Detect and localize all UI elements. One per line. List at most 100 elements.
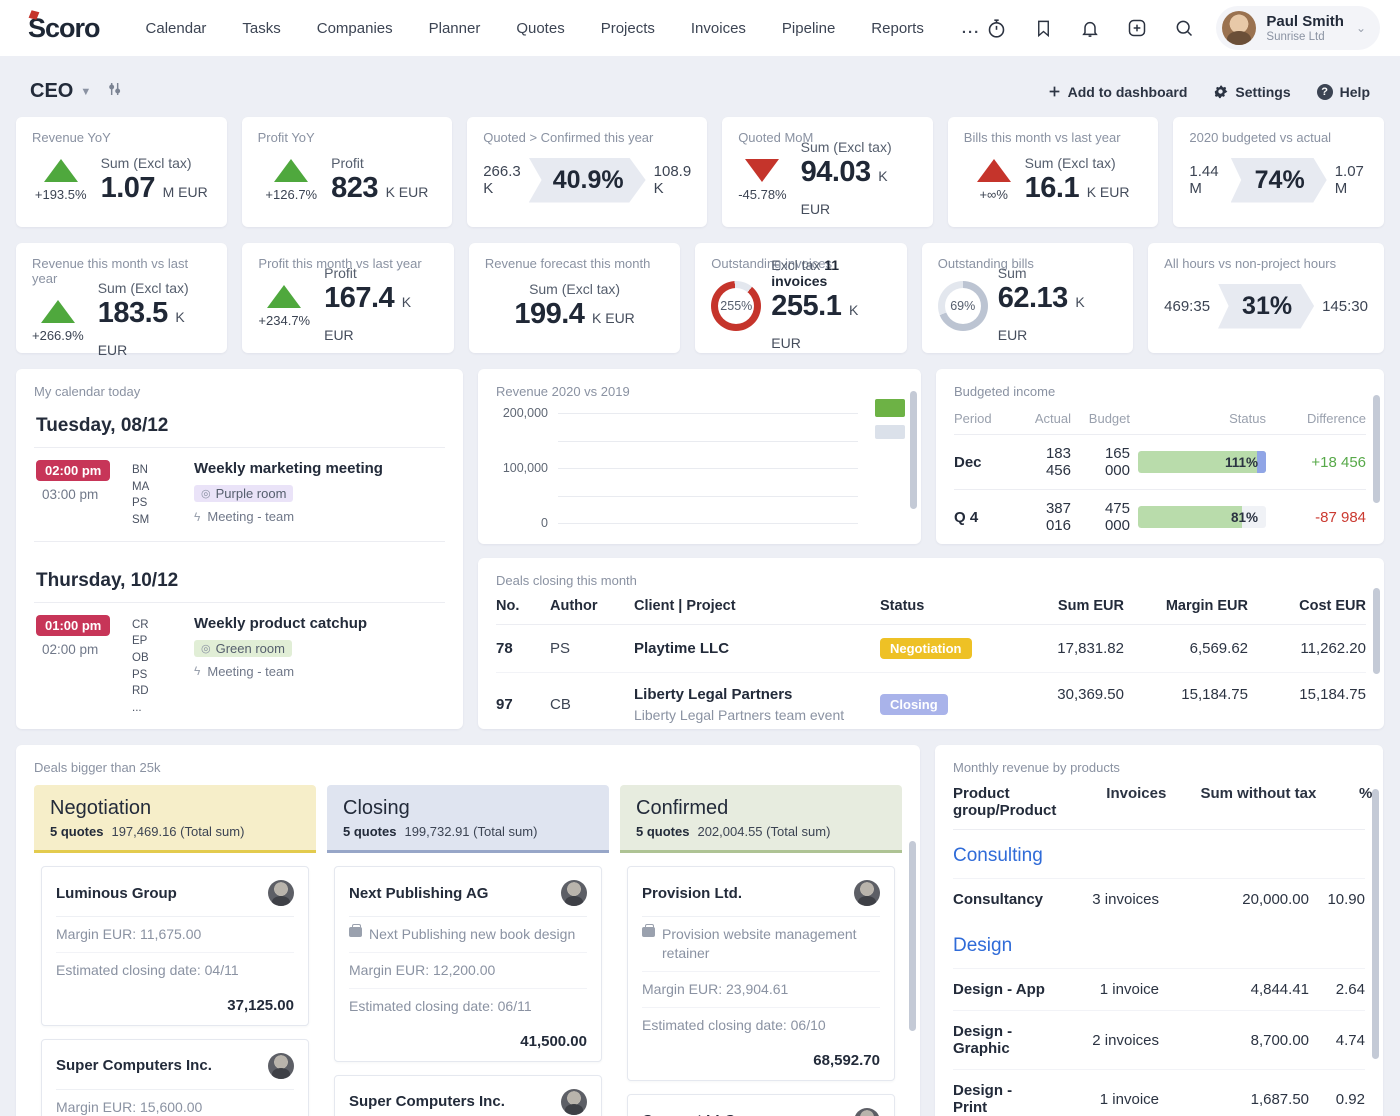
deal-card[interactable]: Super Computers Inc. Margin EUR: 19,900.…	[334, 1075, 602, 1116]
nav-reports[interactable]: Reports	[871, 20, 924, 37]
event-end-time: 03:00 pm	[42, 487, 122, 502]
nav-icon-group	[986, 18, 1194, 39]
filters-icon[interactable]	[107, 81, 123, 102]
settings-button[interactable]: Settings	[1213, 84, 1290, 100]
location-icon: ◎	[201, 642, 211, 655]
product-group-link[interactable]: Design	[953, 920, 1365, 968]
table-row[interactable]: Design - App 1 invoice 4,844.41 2.64	[953, 968, 1365, 1010]
table-row[interactable]: Consultancy 3 invoices 20,000.00 10.90	[953, 878, 1365, 920]
deal-project-name: Liberty Legal Partners team event	[634, 707, 874, 723]
product-group-link[interactable]: Consulting	[953, 830, 1365, 878]
lightning-icon: ϟ	[194, 664, 200, 678]
metric-label: Excl tax 11 invoices	[771, 257, 890, 289]
nav-companies[interactable]: Companies	[317, 20, 393, 37]
dashboard-name: CEO	[30, 80, 73, 103]
table-row[interactable]: Design - Graphic 2 invoices 8,700.00 4.7…	[953, 1010, 1365, 1069]
status-progress-bar: 81%	[1138, 506, 1266, 528]
avatar	[268, 1053, 294, 1079]
top-navigation: Scoro Calendar Tasks Companies Planner Q…	[0, 0, 1400, 56]
timer-icon[interactable]	[986, 18, 1007, 39]
deal-sum: 37,125.00	[56, 988, 294, 1014]
briefcase-icon	[642, 927, 655, 937]
nav-calendar[interactable]: Calendar	[146, 20, 207, 37]
event-end-time: 02:00 pm	[42, 642, 122, 657]
calendar-event[interactable]: 02:00 pm 03:00 pm BNMAPSSM Weekly market…	[34, 447, 445, 542]
kpi-title: All hours vs non-project hours	[1164, 256, 1368, 271]
scrollbar[interactable]	[909, 841, 916, 1031]
deal-margin: Margin EUR: 23,904.61	[642, 972, 880, 1008]
scoro-logo[interactable]: Scoro	[28, 13, 100, 44]
trend-up-icon	[267, 285, 301, 308]
metric-label: Sum (Excl tax)	[1025, 155, 1130, 171]
deal-card[interactable]: Provision Ltd. Provision website managem…	[627, 866, 895, 1081]
kpi-row-2: Revenue this month vs last year +266.9% …	[16, 243, 1384, 353]
kpi-title: Revenue YoY	[32, 130, 211, 145]
user-menu[interactable]: Paul Smith Sunrise Ltd ⌄	[1216, 6, 1380, 50]
metric-label: Sum (Excl tax)	[514, 281, 634, 297]
chart-y-axis: 200,000 100,000 0	[496, 413, 558, 523]
ratio-left-value: 266.3 K	[483, 163, 521, 197]
kpi-budget-vs-actual: 2020 budgeted vs actual 1.44 M 74% 1.07 …	[1173, 117, 1384, 227]
event-attendees: BNMAPSSM	[132, 460, 184, 529]
event-start-badge: 02:00 pm	[36, 460, 110, 481]
table-row[interactable]: Design - Print 1 invoice 1,687.50 0.92	[953, 1069, 1365, 1116]
metric-label: Profit	[324, 265, 438, 281]
ratio-percent: 40.9%	[529, 158, 646, 203]
kpi-hours: All hours vs non-project hours 469:35 31…	[1148, 243, 1384, 353]
deal-card[interactable]: Luminous Group Margin EUR: 11,675.00 Est…	[41, 866, 309, 1026]
status-progress-bar: 111%	[1138, 451, 1266, 473]
chart-plot-area	[558, 413, 858, 523]
help-button[interactable]: ?Help	[1317, 84, 1370, 100]
nav-quotes[interactable]: Quotes	[516, 20, 564, 37]
table-row[interactable]: 78 PS Playtime LLC Negotiation 17,831.82…	[496, 625, 1366, 673]
deal-closing-date: Estimated closing date: 04/11	[56, 953, 294, 988]
scrollbar[interactable]	[1372, 789, 1379, 1059]
nav-more-icon[interactable]: ...	[962, 20, 981, 37]
scrollbar[interactable]	[910, 391, 917, 509]
kpi-title: Profit YoY	[258, 130, 437, 145]
notifications-bell-icon[interactable]	[1080, 18, 1100, 39]
nav-tasks[interactable]: Tasks	[242, 20, 280, 37]
metric-label: Sum (Excl tax)	[101, 155, 208, 171]
dashboard-selector[interactable]: CEO ▼	[30, 80, 91, 103]
trend-percent: +234.7%	[258, 313, 310, 328]
table-row[interactable]: Dec 183 456 165 000 111% +18 456	[954, 435, 1366, 490]
table-row[interactable]: 97 CB Liberty Legal Partners Liberty Leg…	[496, 673, 1366, 729]
nav-planner[interactable]: Planner	[429, 20, 481, 37]
room-chip: ◎Green room	[194, 640, 292, 657]
dashboard-header: CEO ▼ Add to dashboard Settings ?Help	[0, 56, 1400, 117]
metric-value: 255.1 K EUR	[771, 290, 890, 356]
kpi-outstanding-invoices: Outstanding invoices 255% Excl tax 11 in…	[695, 243, 906, 353]
deal-card[interactable]: Concept LLC Margin EUR: 9,779.25	[627, 1094, 895, 1116]
user-name: Paul Smith	[1266, 13, 1344, 30]
metric-value: 199.4 K EUR	[514, 298, 634, 331]
add-to-dashboard-button[interactable]: Add to dashboard	[1048, 84, 1188, 100]
calendar-day-header: Tuesday, 08/12	[36, 415, 445, 437]
scrollbar[interactable]	[1373, 588, 1380, 674]
search-icon[interactable]	[1174, 18, 1194, 38]
widget-title: Deals bigger than 25k	[34, 760, 902, 775]
kanban-column-header: Closing 5 quotes199,732.91 (Total sum)	[327, 785, 609, 853]
calendar-event[interactable]: 01:00 pm 02:00 pm CREPOBPSRD... Weekly p…	[34, 602, 445, 729]
kanban-column-header: Negotiation 5 quotes197,469.16 (Total su…	[34, 785, 316, 853]
bookmark-icon[interactable]	[1034, 18, 1053, 39]
ratio-right-value: 145:30	[1322, 298, 1368, 315]
nav-invoices[interactable]: Invoices	[691, 20, 746, 37]
deals-closing-table: No. Author Client | Project Status Sum E…	[496, 598, 1366, 729]
deal-sum: 68,592.70	[642, 1043, 880, 1069]
table-header: No. Author Client | Project Status Sum E…	[496, 598, 1366, 625]
nav-projects[interactable]: Projects	[601, 20, 655, 37]
user-avatar	[1222, 11, 1256, 45]
avatar	[854, 1108, 880, 1116]
deal-card[interactable]: Super Computers Inc. Margin EUR: 15,600.…	[41, 1039, 309, 1116]
table-row[interactable]: Q 4 387 016 475 000 81% -87 984	[954, 490, 1366, 544]
progress-ring: 255%	[711, 281, 761, 331]
widget-title: Budgeted income	[954, 384, 1366, 399]
quick-add-icon[interactable]	[1127, 18, 1147, 38]
kpi-revenue-yoy: Revenue YoY +193.5% Sum (Excl tax)1.07 M…	[16, 117, 227, 227]
kpi-title: Quoted > Confirmed this year	[483, 130, 691, 145]
nav-pipeline[interactable]: Pipeline	[782, 20, 835, 37]
scrollbar[interactable]	[1373, 395, 1380, 503]
metric-value: 183.5 K EUR	[98, 297, 212, 363]
deal-card[interactable]: Next Publishing AG Next Publishing new b…	[334, 866, 602, 1062]
